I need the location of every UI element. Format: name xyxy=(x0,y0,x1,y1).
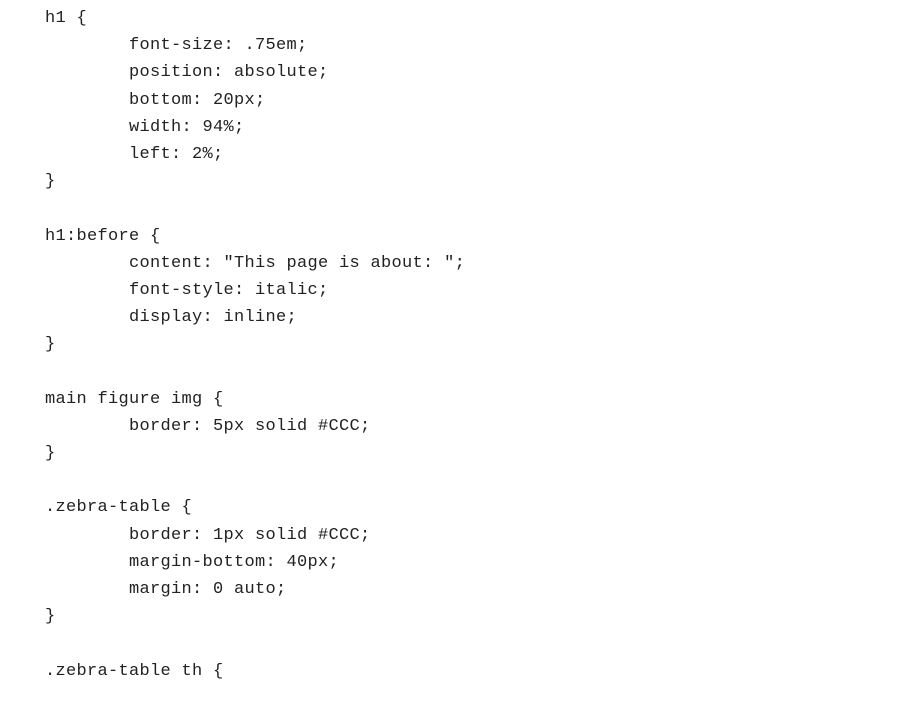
css-code-block: h1 { font-size: .75em; position: absolut… xyxy=(45,5,900,685)
css-code: h1 { font-size: .75em; position: absolut… xyxy=(45,9,465,681)
